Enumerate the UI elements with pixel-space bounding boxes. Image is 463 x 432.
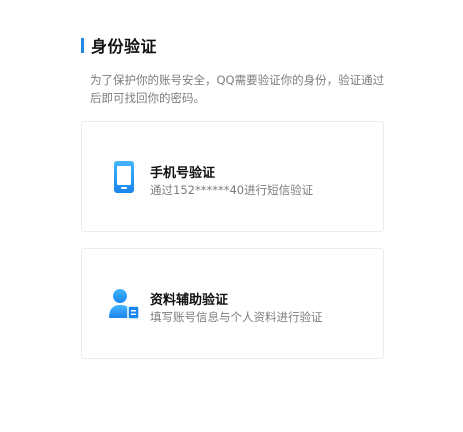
verification-description: 为了保护你的账号安全，QQ需要验证你的身份，验证通过后即可找回你的密码。 [90,73,385,105]
phone-verification-option[interactable]: 手机号验证 通过152******40进行短信验证 [81,121,384,232]
user-profile-icon [109,289,140,320]
phone-icon [114,161,134,193]
profile-option-subtitle: 填写账号信息与个人资料进行验证 [150,310,323,324]
phone-option-title: 手机号验证 [150,166,216,181]
identity-verification-page: 身份验证 为了保护你的账号安全，QQ需要验证你的身份，验证通过后即可找回你的密码… [0,0,463,432]
page-title: 身份验证 [91,37,158,56]
profile-option-title: 资料辅助验证 [150,293,229,308]
page-header: 身份验证 [81,35,158,56]
header-accent-bar [81,37,84,53]
profile-verification-option[interactable]: 资料辅助验证 填写账号信息与个人资料进行验证 [81,248,384,359]
phone-option-subtitle: 通过152******40进行短信验证 [150,183,314,197]
